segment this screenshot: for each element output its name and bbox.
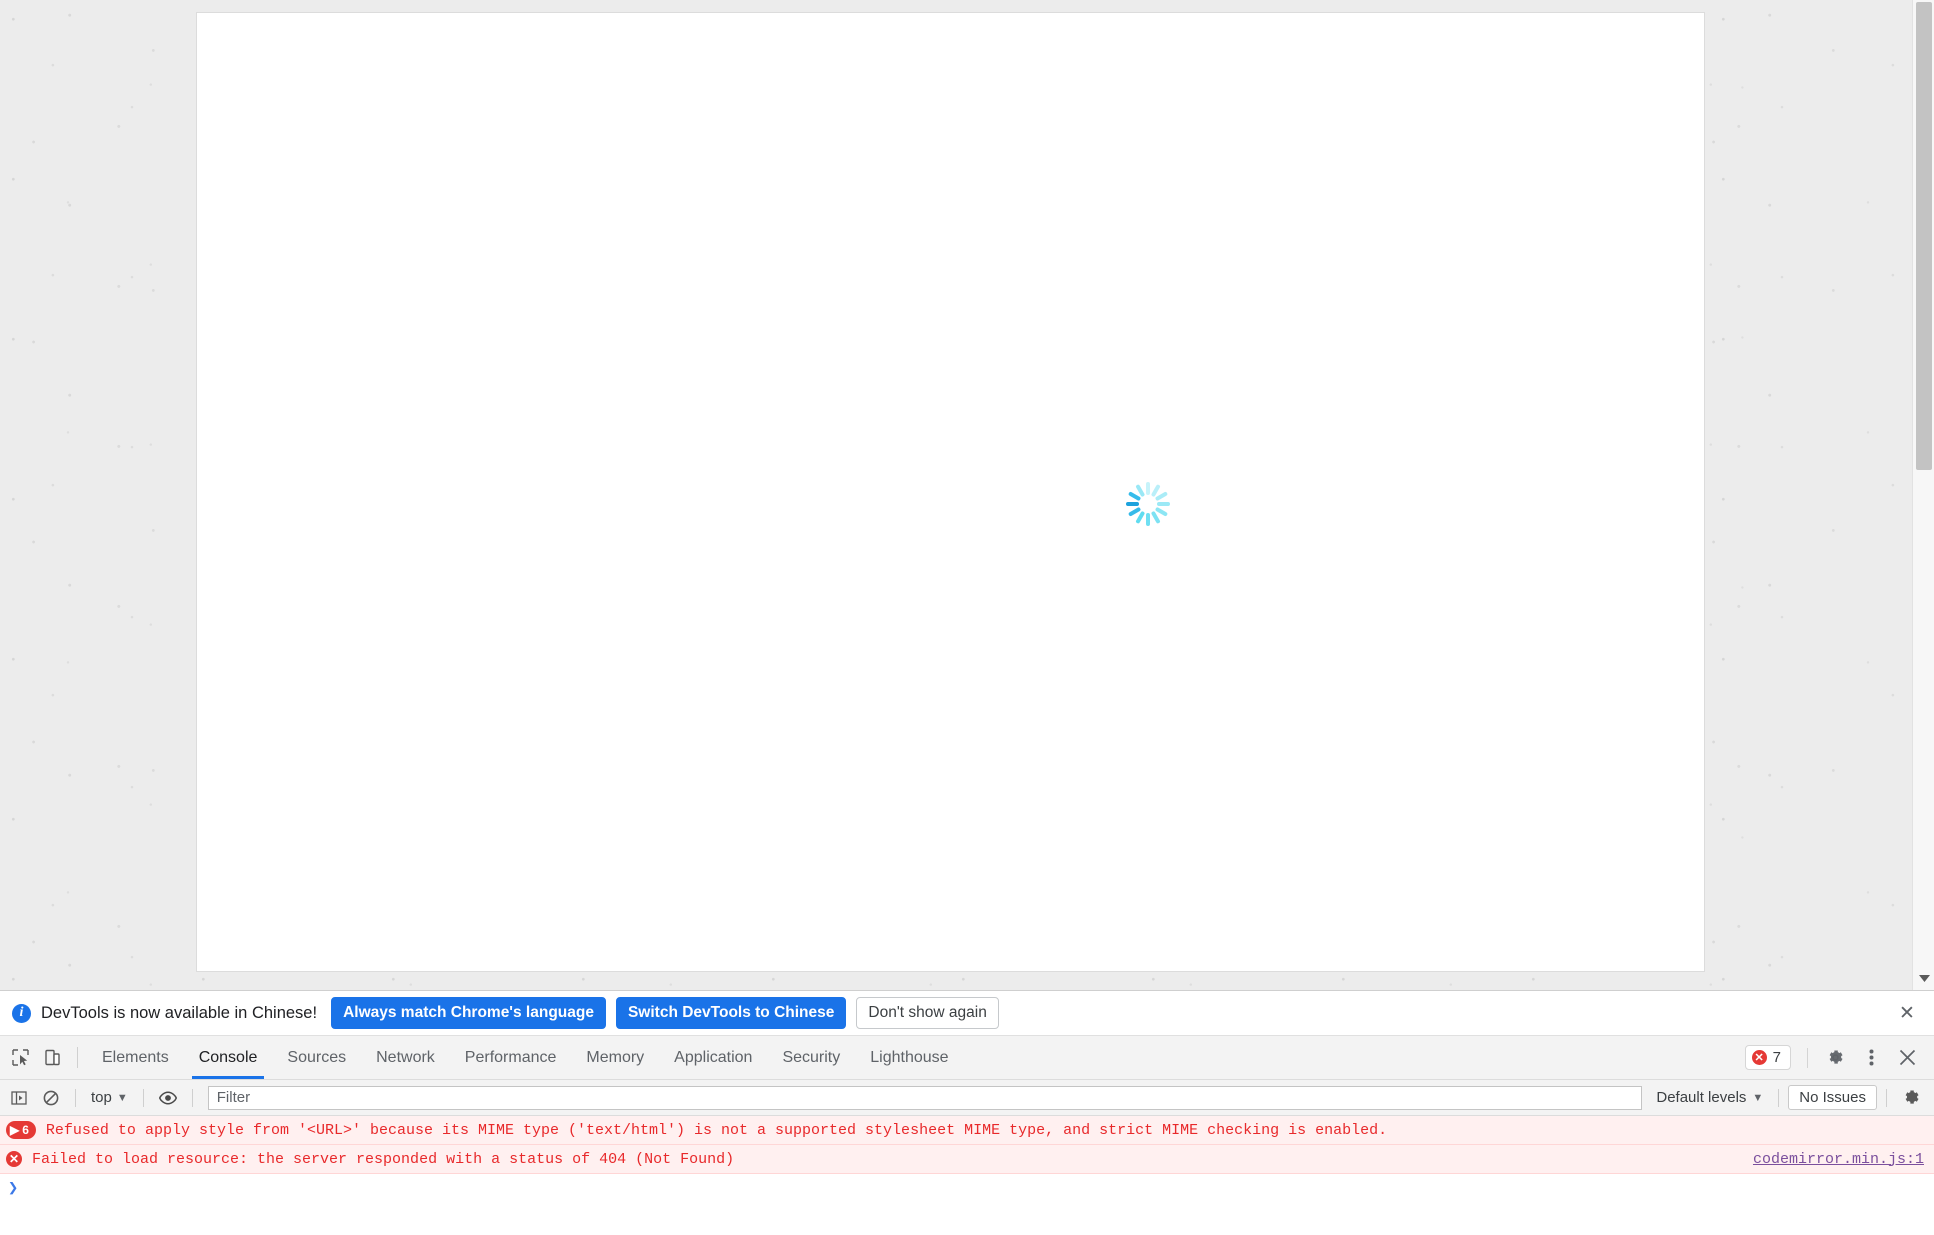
tabbar-divider	[77, 1047, 78, 1068]
execution-context-selector[interactable]: top ▼	[85, 1087, 134, 1108]
error-icon: ✕	[1751, 1050, 1767, 1065]
console-error-row[interactable]: ▶ 6 Refused to apply style from '<URL>' …	[0, 1116, 1934, 1145]
console-toolbar-divider-4	[1778, 1088, 1780, 1107]
console-toolbar-divider-5	[1886, 1088, 1887, 1107]
prompt-chevron-icon: ❯	[8, 1179, 19, 1199]
error-group-count: 6	[22, 1123, 29, 1137]
gear-icon[interactable]	[1896, 1083, 1926, 1113]
close-icon[interactable]: ✕	[1894, 1000, 1920, 1026]
three-dot-menu-icon[interactable]	[1854, 1041, 1888, 1075]
switch-devtools-language-button[interactable]: Switch DevTools to Chinese	[615, 996, 847, 1030]
dont-show-again-button[interactable]: Don't show again	[856, 996, 999, 1030]
console-error-text: Failed to load resource: the server resp…	[32, 1150, 735, 1168]
close-icon[interactable]	[1890, 1041, 1924, 1075]
chevron-down-icon: ▼	[116, 1091, 128, 1104]
console-toolbar-divider-1	[75, 1088, 76, 1107]
device-toolbar-icon[interactable]	[36, 1036, 68, 1079]
console-toolbar-divider-3	[191, 1088, 193, 1107]
log-levels-label: Default levels	[1656, 1089, 1747, 1106]
log-levels-selector[interactable]: Default levels ▼	[1650, 1087, 1769, 1108]
console-message-list: ▶ 6 Refused to apply style from '<URL>' …	[0, 1116, 1934, 1174]
error-icon: ✕	[6, 1151, 22, 1167]
tab-console[interactable]: Console	[184, 1036, 273, 1079]
tab-lighthouse[interactable]: Lighthouse	[855, 1036, 963, 1079]
console-sidebar-icon[interactable]	[4, 1083, 34, 1113]
error-count-label: 7	[1772, 1049, 1781, 1066]
console-error-row[interactable]: ✕ Failed to load resource: the server re…	[0, 1145, 1934, 1174]
execution-context-label: top	[91, 1089, 112, 1106]
vertical-scrollbar[interactable]	[1912, 0, 1934, 990]
tab-memory[interactable]: Memory	[571, 1036, 659, 1079]
devtools-tabbar: Elements Console Sources Network Perform…	[0, 1036, 1934, 1080]
infobar-message: DevTools is now available in Chinese!	[41, 1003, 318, 1022]
console-prompt[interactable]: ❯	[0, 1174, 1934, 1202]
console-toolbar-divider-2	[142, 1088, 144, 1107]
gear-icon[interactable]	[1818, 1041, 1852, 1075]
page-content-panel	[196, 12, 1705, 972]
expand-arrow-icon: ▶	[10, 1123, 20, 1137]
devtools-panel: i DevTools is now available in Chinese! …	[0, 990, 1934, 1235]
filter-input[interactable]	[207, 1085, 1643, 1110]
tab-network[interactable]: Network	[361, 1036, 450, 1079]
console-input[interactable]	[18, 1179, 1934, 1197]
devtools-language-infobar: i DevTools is now available in Chinese! …	[0, 991, 1934, 1036]
error-group-badge[interactable]: ▶ 6	[6, 1121, 36, 1139]
chevron-down-icon: ▼	[1752, 1091, 1764, 1104]
console-source-link[interactable]: codemirror.min.js:1	[1753, 1151, 1924, 1168]
devtools-tab-list: Elements Console Sources Network Perform…	[87, 1036, 964, 1079]
live-expression-icon[interactable]	[153, 1083, 183, 1113]
tab-elements[interactable]: Elements	[87, 1036, 184, 1079]
tabbar-actions-divider	[1807, 1047, 1808, 1068]
loading-spinner	[1126, 482, 1170, 526]
devtools-tabbar-actions: ✕ 7	[1744, 1036, 1934, 1079]
error-count-badge[interactable]: ✕ 7	[1744, 1045, 1791, 1070]
console-toolbar: top ▼ Default levels ▼ No Issues	[0, 1080, 1934, 1116]
scrollbar-thumb[interactable]	[1916, 2, 1932, 470]
tab-application[interactable]: Application	[659, 1036, 767, 1079]
always-match-language-button[interactable]: Always match Chrome's language	[331, 996, 606, 1030]
clear-console-icon[interactable]	[36, 1083, 66, 1113]
tab-performance[interactable]: Performance	[450, 1036, 572, 1079]
tab-sources[interactable]: Sources	[272, 1036, 361, 1079]
info-icon: i	[12, 1003, 31, 1023]
issues-button[interactable]: No Issues	[1788, 1085, 1877, 1110]
browser-viewport	[0, 0, 1934, 990]
inspect-element-icon[interactable]	[4, 1036, 36, 1079]
tab-security[interactable]: Security	[767, 1036, 855, 1079]
console-error-text: Refused to apply style from '<URL>' beca…	[45, 1121, 1388, 1139]
chevron-down-icon[interactable]	[1913, 969, 1934, 987]
